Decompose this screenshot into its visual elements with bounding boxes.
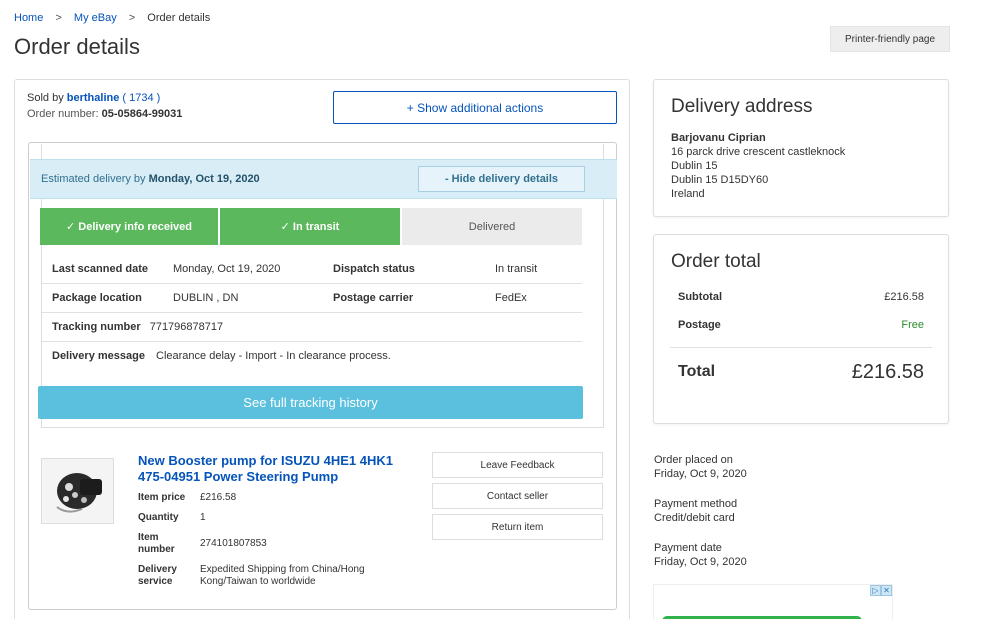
item-number-value: 274101807853	[200, 538, 267, 549]
postage-label: Postage	[678, 319, 721, 331]
divider	[42, 283, 582, 284]
ad-choices[interactable]: ▷ ✕	[870, 585, 892, 596]
sold-by-label: Sold by	[27, 92, 64, 104]
delivery-service-value: Expedited Shipping from China/Hong Kong/…	[200, 564, 365, 587]
estimated-delivery-date: Monday, Oct 19, 2020	[148, 173, 260, 185]
order-number: 05-05864-99031	[101, 108, 183, 120]
hide-delivery-details-button[interactable]: - Hide delivery details	[418, 166, 585, 192]
payment-date-label: Payment date	[654, 542, 722, 554]
dispatch-status-value: In transit	[495, 263, 538, 275]
tracking-number-row: Tracking number 771796878717	[52, 321, 223, 333]
order-item-card: Estimated delivery by Monday, Oct 19, 20…	[28, 142, 617, 610]
step-in-transit: ✓ In transit	[220, 208, 400, 245]
delivery-address-title: Delivery address	[671, 96, 813, 117]
last-scanned-label: Last scanned date	[52, 263, 148, 275]
postage-carrier-row: Postage carrier	[333, 292, 413, 304]
divider	[670, 347, 932, 348]
estimated-delivery-text: Estimated delivery by Monday, Oct 19, 20…	[41, 173, 260, 185]
address-line: Dublin 15 D15DY60	[671, 174, 769, 186]
page-title: Order details	[14, 34, 140, 59]
quantity-value: 1	[200, 512, 206, 523]
breadcrumb-separator: >	[55, 12, 62, 24]
seller-feedback-score[interactable]: ( 1734 )	[122, 92, 160, 104]
breadcrumb-separator: >	[128, 12, 136, 24]
breadcrumb-home-link[interactable]: Home	[14, 12, 43, 24]
ad-info-icon[interactable]: ▷	[870, 585, 881, 596]
delivery-message-label: Delivery message	[52, 350, 145, 362]
package-location-label: Package location	[52, 292, 142, 304]
estimated-delivery-label: Estimated delivery by	[41, 173, 146, 185]
subtotal-label: Subtotal	[678, 291, 722, 303]
item-price-value: £216.58	[200, 492, 237, 503]
address-line: Dublin 15	[671, 160, 718, 172]
show-additional-actions-button[interactable]: + Show additional actions	[333, 91, 617, 124]
last-scanned-value: Monday, Oct 19, 2020	[173, 263, 281, 275]
item-price-label: Item price	[138, 492, 186, 503]
delivery-message-row: Delivery message Clearance delay - Impor…	[52, 350, 391, 362]
address-line: Ireland	[671, 188, 705, 200]
payment-method-label: Payment method	[654, 498, 738, 510]
package-location-row: Package location	[52, 292, 142, 304]
package-location-value: DUBLIN , DN	[173, 292, 239, 304]
payment-date-info: Payment date Friday, Oct 9, 2020	[654, 541, 747, 569]
leave-feedback-button[interactable]: Leave Feedback	[432, 452, 603, 478]
see-full-tracking-history-button[interactable]: See full tracking history	[38, 386, 583, 419]
order-total-title: Order total	[671, 251, 761, 272]
order-panel: Sold by berthaline ( 1734 ) Order number…	[14, 79, 630, 619]
seller-name-link[interactable]: berthaline	[67, 92, 120, 104]
subtotal-value: £216.58	[884, 291, 924, 303]
dispatch-status-row: Dispatch status	[333, 263, 415, 275]
tracking-number-label: Tracking number	[52, 321, 141, 333]
step-delivery-info-received: ✓ Delivery info received	[40, 208, 218, 245]
seller-line: Sold by berthaline ( 1734 )	[27, 92, 160, 104]
ad-close-icon[interactable]: ✕	[881, 585, 892, 596]
recipient-name: Barjovanu Ciprian	[671, 132, 766, 144]
printer-friendly-button[interactable]: Printer-friendly page	[830, 26, 950, 52]
tracking-number-value: 771796878717	[149, 321, 224, 333]
breadcrumb: Home > My eBay > Order details	[14, 12, 210, 24]
item-number-label: Item number	[138, 532, 175, 555]
dispatch-status-label: Dispatch status	[333, 263, 415, 275]
address-line: 16 parck drive crescent castleknock	[671, 146, 846, 158]
order-total-panel: Order total Subtotal £216.58 Postage Fre…	[653, 234, 949, 424]
divider	[42, 312, 582, 313]
delivery-details: Estimated delivery by Monday, Oct 19, 20…	[30, 144, 617, 428]
delivery-service-label: Delivery service	[138, 564, 177, 587]
quantity-label: Quantity	[138, 512, 179, 523]
item-title-link[interactable]: New Booster pump for ISUZU 4HE1 4HK1 475…	[138, 453, 418, 485]
payment-method-value: Credit/debit card	[654, 512, 735, 524]
order-number-label: Order number:	[27, 108, 99, 120]
return-item-button[interactable]: Return item	[432, 514, 603, 540]
payment-method-info: Payment method Credit/debit card	[654, 497, 737, 525]
total-value: £216.58	[851, 361, 924, 383]
advertisement[interactable]: ▷ ✕	[653, 584, 893, 619]
order-number-line: Order number: 05-05864-99031	[27, 108, 182, 120]
payment-date-value: Friday, Oct 9, 2020	[654, 556, 747, 568]
breadcrumb-current: Order details	[147, 12, 211, 24]
delivery-message-value: Clearance delay - Import - In clearance …	[156, 350, 391, 362]
order-placed-label: Order placed on	[654, 454, 733, 466]
power-steering-pump-image	[42, 459, 113, 523]
postage-carrier-value: FedEx	[495, 292, 527, 304]
step-delivered: Delivered	[402, 208, 582, 245]
divider	[42, 341, 582, 342]
order-placed-value: Friday, Oct 9, 2020	[654, 468, 747, 480]
postage-carrier-label: Postage carrier	[333, 292, 414, 304]
total-label: Total	[678, 363, 716, 380]
item-thumbnail[interactable]	[41, 458, 114, 524]
breadcrumb-my-ebay-link[interactable]: My eBay	[74, 12, 117, 24]
last-scanned-row: Last scanned date	[52, 263, 148, 275]
contact-seller-button[interactable]: Contact seller	[432, 483, 603, 509]
order-placed-info: Order placed on Friday, Oct 9, 2020	[654, 453, 747, 481]
delivery-address-panel: Delivery address Barjovanu Ciprian 16 pa…	[653, 79, 949, 217]
estimated-delivery-bar: Estimated delivery by Monday, Oct 19, 20…	[30, 159, 617, 199]
postage-value: Free	[901, 319, 924, 331]
